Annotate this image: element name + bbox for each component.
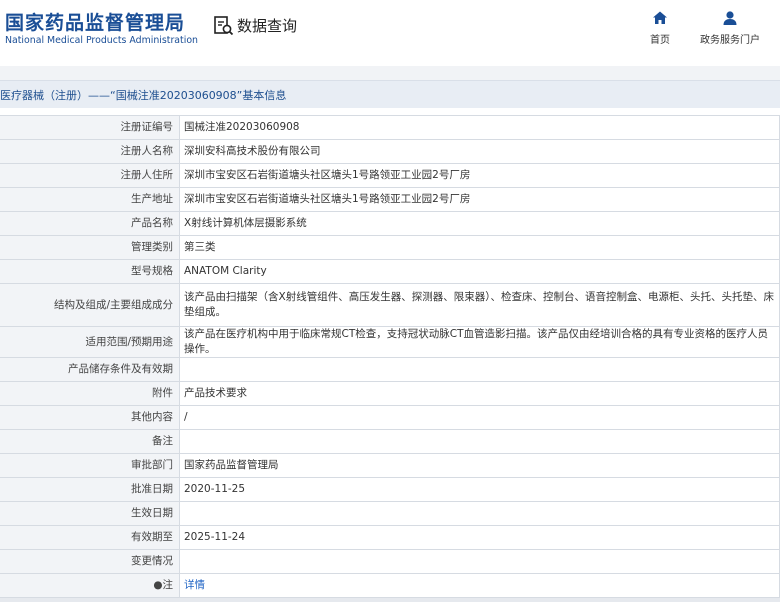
field-label: 产品名称	[0, 211, 180, 236]
bottom-border	[0, 598, 780, 602]
header-separator	[0, 66, 780, 80]
data-query-icon	[213, 15, 234, 36]
field-value	[179, 501, 780, 526]
field-value: 2020-11-25	[179, 477, 780, 502]
nav-home-label: 首页	[650, 35, 670, 46]
table-row: 结构及组成/主要组成成分 该产品由扫描架（含X射线管组件、高压发生器、探测器、限束…	[0, 283, 780, 327]
field-value: 2025-11-24	[179, 525, 780, 550]
table-row: 批准日期 2020-11-25	[0, 477, 780, 502]
field-value: 该产品在医疗机构中用于临床常规CT检查，支持冠状动脉CT血管造影扫描。该产品仅由…	[179, 326, 780, 358]
table-row: 审批部门 国家药品监督管理局	[0, 453, 780, 478]
nav-government-portal-label: 政务服务门户	[700, 35, 760, 46]
breadcrumb: 医疗器械（注册）——“国械注准20203060908”基本信息	[0, 89, 287, 102]
detail-table: 注册证编号 国械注准20203060908 注册人名称 深圳安科高技术股份有限公司 注册…	[0, 115, 780, 598]
field-value: 深圳市宝安区石岩街道塘头社区塘头1号路领亚工业园2号厂房	[179, 187, 780, 212]
table-row: 有效期至 2025-11-24	[0, 525, 780, 550]
field-label: 管理类别	[0, 235, 180, 260]
table-row: 注册人名称 深圳安科高技术股份有限公司	[0, 139, 780, 164]
field-value: X射线计算机体层摄影系统	[179, 211, 780, 236]
field-label: 注册人住所	[0, 163, 180, 188]
field-label: 批准日期	[0, 477, 180, 502]
field-label: 变更情况	[0, 549, 180, 574]
table-row: 适用范围/预期用途 该产品在医疗机构中用于临床常规CT检查，支持冠状动脉CT血管造…	[0, 326, 780, 358]
field-label: 备注	[0, 429, 180, 454]
field-value: 第三类	[179, 235, 780, 260]
table-row: ●注 详情	[0, 573, 780, 598]
field-value	[179, 549, 780, 574]
field-value: 详情	[179, 573, 780, 598]
field-label: 产品储存条件及有效期	[0, 357, 180, 382]
field-value	[179, 429, 780, 454]
field-label: 审批部门	[0, 453, 180, 478]
table-row: 备注	[0, 429, 780, 454]
field-label: 附件	[0, 381, 180, 406]
field-label: 生产地址	[0, 187, 180, 212]
field-value: 该产品由扫描架（含X射线管组件、高压发生器、探测器、限束器）、检查床、控制台、语…	[179, 283, 780, 327]
nav-home[interactable]: 首页	[625, 9, 695, 46]
table-row: 产品储存条件及有效期	[0, 357, 780, 382]
field-label: 结构及组成/主要组成成分	[0, 283, 180, 327]
site-logo-english[interactable]: National Medical Products Administration	[5, 35, 198, 46]
site-header: 国家药品监督管理局 National Medical Products Admi…	[0, 0, 780, 66]
field-label: 适用范围/预期用途	[0, 326, 180, 358]
breadcrumb-bar: 医疗器械（注册）——“国械注准20203060908”基本信息	[0, 80, 780, 108]
table-row: 其他内容 /	[0, 405, 780, 430]
field-label: 型号规格	[0, 259, 180, 284]
field-label: 其他内容	[0, 405, 180, 430]
table-row: 注册人住所 深圳市宝安区石岩街道塘头社区塘头1号路领亚工业园2号厂房	[0, 163, 780, 188]
field-value: 深圳安科高技术股份有限公司	[179, 139, 780, 164]
table-row: 附件 产品技术要求	[0, 381, 780, 406]
table-row: 变更情况	[0, 549, 780, 574]
home-icon	[625, 9, 695, 27]
field-value: 国械注准20203060908	[179, 115, 780, 140]
table-row: 产品名称 X射线计算机体层摄影系统	[0, 211, 780, 236]
field-label: 生效日期	[0, 501, 180, 526]
data-query-label: 数据查询	[237, 17, 298, 35]
table-row: 生效日期	[0, 501, 780, 526]
data-query-title[interactable]: 数据查询	[213, 15, 297, 36]
table-row: 注册证编号 国械注准20203060908	[0, 115, 780, 140]
field-value: 产品技术要求	[179, 381, 780, 406]
field-label: 注册人名称	[0, 139, 180, 164]
table-row: 生产地址 深圳市宝安区石岩街道塘头社区塘头1号路领亚工业园2号厂房	[0, 187, 780, 212]
nav-government-portal[interactable]: 政务服务门户	[695, 9, 765, 46]
field-value: /	[179, 405, 780, 430]
table-row: 型号规格 ANATOM Clarity	[0, 259, 780, 284]
field-value: 国家药品监督管理局	[179, 453, 780, 478]
field-value: 深圳市宝安区石岩街道塘头社区塘头1号路领亚工业园2号厂房	[179, 163, 780, 188]
field-value	[179, 357, 780, 382]
field-label: ●注	[0, 573, 180, 598]
field-label: 注册证编号	[0, 115, 180, 140]
site-logo-chinese[interactable]: 国家药品监督管理局	[5, 8, 185, 35]
detail-table-container: 注册证编号 国械注准20203060908 注册人名称 深圳安科高技术股份有限公司 注册…	[0, 115, 780, 598]
field-value: ANATOM Clarity	[179, 259, 780, 284]
detail-link[interactable]: 详情	[184, 579, 205, 591]
table-row: 管理类别 第三类	[0, 235, 780, 260]
user-icon	[695, 9, 765, 27]
field-label: 有效期至	[0, 525, 180, 550]
